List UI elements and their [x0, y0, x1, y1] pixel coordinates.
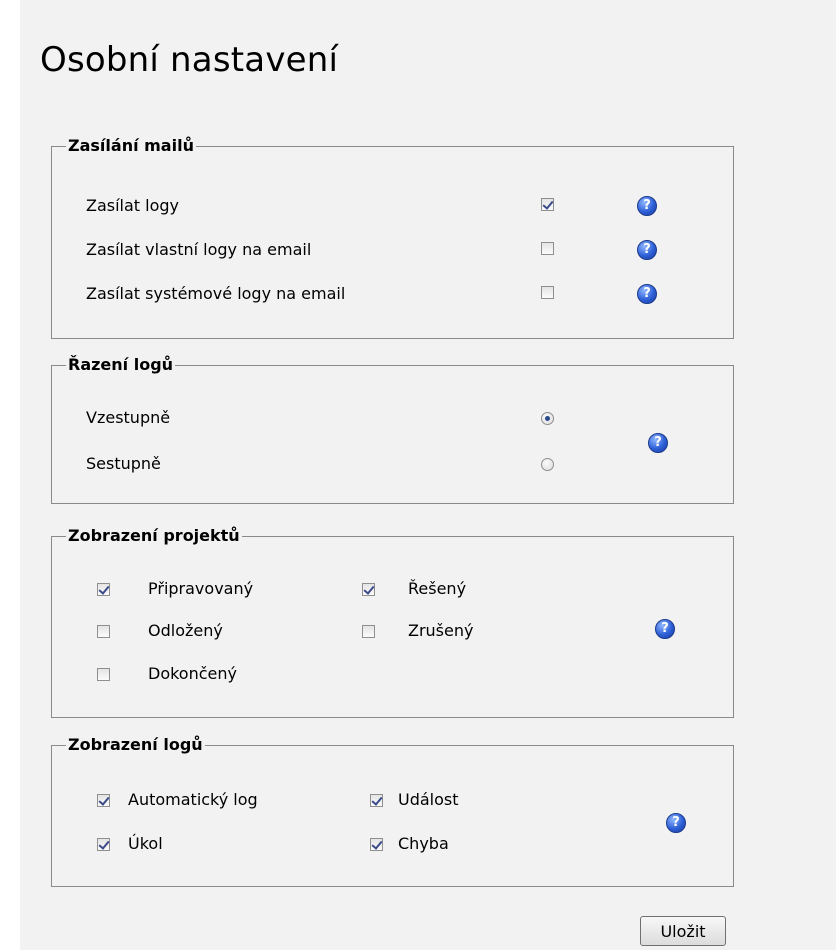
- log-task-label: Úkol: [128, 834, 163, 853]
- sort-ascending-label: Vzestupně: [86, 408, 171, 427]
- send-own-logs-checkbox[interactable]: [541, 242, 554, 255]
- sort-descending-label: Sestupně: [86, 454, 161, 473]
- sort-settings-group: Řazení logů Vzestupně Sestupně ?: [51, 355, 734, 504]
- group-legend: Zasílání mailů: [66, 136, 196, 156]
- project-completed-checkbox[interactable]: [97, 668, 110, 681]
- help-icon[interactable]: ?: [637, 240, 657, 260]
- send-system-logs-label: Zasílat systémové logy na email: [86, 284, 346, 303]
- project-preparing-checkbox[interactable]: [97, 583, 110, 596]
- help-icon[interactable]: ?: [637, 196, 657, 216]
- group-legend: Zobrazení logů: [66, 735, 205, 755]
- send-logs-label: Zasílat logy: [86, 196, 180, 215]
- project-solved-label: Řešený: [408, 579, 467, 598]
- group-legend: Řazení logů: [66, 355, 176, 375]
- send-system-logs-checkbox[interactable]: [541, 286, 554, 299]
- log-event-label: Událost: [398, 790, 459, 809]
- project-solved-checkbox[interactable]: [362, 583, 375, 596]
- logs-display-group: Zobrazení logů Automatický log Událost Ú…: [51, 735, 734, 887]
- page-title: Osobní nastavení: [40, 40, 339, 80]
- project-postponed-label: Odložený: [148, 621, 223, 640]
- group-legend: Zobrazení projektů: [66, 526, 242, 546]
- log-error-label: Chyba: [398, 834, 449, 853]
- save-button[interactable]: Uložit: [640, 916, 726, 946]
- help-icon[interactable]: ?: [648, 433, 668, 453]
- project-cancelled-label: Zrušený: [408, 621, 474, 640]
- projects-display-group: Zobrazení projektů Připravovaný Řešený O…: [51, 526, 734, 718]
- sort-ascending-radio[interactable]: [541, 412, 554, 425]
- sort-descending-radio[interactable]: [541, 458, 554, 471]
- log-event-checkbox[interactable]: [370, 794, 383, 807]
- project-postponed-checkbox[interactable]: [97, 625, 110, 638]
- help-icon[interactable]: ?: [666, 813, 686, 833]
- project-completed-label: Dokončený: [148, 664, 237, 683]
- project-cancelled-checkbox[interactable]: [362, 625, 375, 638]
- mail-settings-group: Zasílání mailů Zasílat logy ? Zasílat vl…: [51, 136, 734, 339]
- log-automatic-checkbox[interactable]: [97, 794, 110, 807]
- log-automatic-label: Automatický log: [128, 790, 258, 809]
- send-logs-checkbox[interactable]: [541, 198, 554, 211]
- project-preparing-label: Připravovaný: [148, 579, 254, 598]
- log-task-checkbox[interactable]: [97, 838, 110, 851]
- help-icon[interactable]: ?: [637, 284, 657, 304]
- send-own-logs-label: Zasílat vlastní logy na email: [86, 240, 312, 259]
- help-icon[interactable]: ?: [655, 619, 675, 639]
- log-error-checkbox[interactable]: [370, 838, 383, 851]
